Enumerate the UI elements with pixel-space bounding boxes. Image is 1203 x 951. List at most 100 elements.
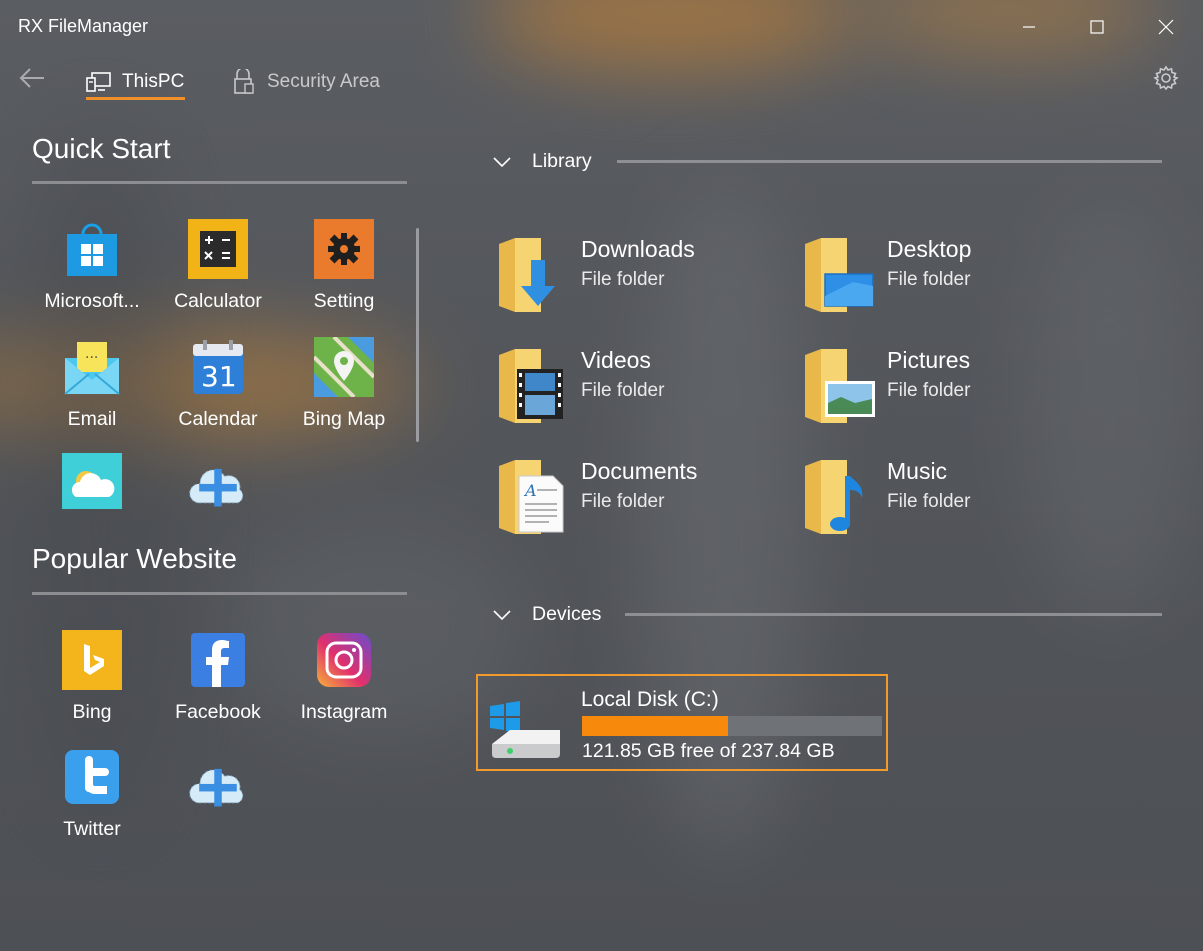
bing-icon bbox=[61, 629, 123, 691]
tab-thispc[interactable]: ThisPC bbox=[86, 62, 184, 102]
computer-icon bbox=[86, 72, 111, 92]
minimize-icon bbox=[1023, 26, 1035, 28]
folder-documents[interactable]: A Documents File folder bbox=[497, 458, 797, 548]
folder-type: File folder bbox=[887, 380, 971, 401]
folder-videos[interactable]: Videos File folder bbox=[497, 347, 797, 437]
music-folder-icon bbox=[805, 460, 863, 534]
website-item-bing[interactable]: Bing bbox=[32, 629, 152, 739]
svg-text:...: ... bbox=[85, 346, 98, 362]
videos-folder-icon bbox=[499, 349, 563, 423]
tab-label: ThisPC bbox=[122, 71, 185, 92]
tile-label: Email bbox=[67, 408, 117, 430]
add-cloud-icon bbox=[187, 752, 249, 814]
title-bar: RX FileManager bbox=[0, 0, 1203, 54]
instagram-icon bbox=[313, 629, 375, 691]
tile-label: Calculator bbox=[174, 290, 262, 312]
active-tab-indicator bbox=[86, 97, 185, 100]
desktop-folder-icon bbox=[805, 238, 874, 312]
calendar-icon: 31 bbox=[187, 336, 249, 398]
folder-type: File folder bbox=[887, 491, 971, 512]
quick-start-title: Quick Start bbox=[32, 133, 171, 164]
back-arrow-icon bbox=[19, 68, 44, 88]
maximize-icon bbox=[1090, 20, 1104, 34]
calendar-day: 31 bbox=[201, 360, 237, 393]
folder-name: Pictures bbox=[887, 347, 971, 373]
map-pin-icon bbox=[313, 336, 375, 398]
maximize-button[interactable] bbox=[1074, 0, 1120, 54]
close-button[interactable] bbox=[1143, 0, 1189, 54]
svg-text:A: A bbox=[523, 481, 537, 500]
settings-gear-icon bbox=[313, 218, 375, 280]
tile-label: Twitter bbox=[63, 818, 121, 840]
quick-start-item-email[interactable]: ... Email bbox=[32, 336, 152, 446]
tile-label: Facebook bbox=[175, 701, 261, 723]
facebook-icon bbox=[187, 629, 249, 691]
divider bbox=[32, 592, 407, 595]
lock-icon bbox=[234, 69, 254, 94]
tile-label: Bing Map bbox=[302, 408, 386, 430]
quick-start-item-calculator[interactable]: Calculator bbox=[158, 218, 278, 328]
folder-downloads[interactable]: Downloads File folder bbox=[497, 236, 797, 326]
library-group-header[interactable]: Library bbox=[492, 150, 592, 173]
folder-type: File folder bbox=[887, 269, 971, 290]
tile-label: Microsoft... bbox=[44, 290, 140, 312]
weather-icon bbox=[61, 452, 123, 514]
gear-icon bbox=[1153, 65, 1179, 91]
folder-type: File folder bbox=[581, 491, 665, 512]
website-item-twitter[interactable]: Twitter bbox=[32, 746, 152, 856]
folder-name: Downloads bbox=[581, 236, 695, 262]
quick-start-item-setting[interactable]: Setting bbox=[284, 218, 404, 328]
chevron-down-icon bbox=[493, 609, 511, 620]
quick-start-scrollbar[interactable] bbox=[416, 228, 419, 442]
library-title: Library bbox=[532, 150, 592, 172]
folder-type: File folder bbox=[581, 380, 665, 401]
drive-name: Local Disk (C:) bbox=[581, 688, 719, 711]
quick-start-item-calendar[interactable]: 31 Calendar bbox=[158, 336, 278, 446]
microsoft-store-icon bbox=[61, 218, 123, 280]
website-item-facebook[interactable]: Facebook bbox=[158, 629, 278, 739]
minimize-button[interactable] bbox=[1006, 0, 1052, 54]
downloads-folder-icon bbox=[499, 238, 555, 312]
website-item-instagram[interactable]: Instagram bbox=[284, 629, 404, 739]
folder-name: Desktop bbox=[887, 236, 972, 262]
folder-name: Music bbox=[887, 458, 948, 484]
drive-local-disk-c[interactable]: Local Disk (C:) 121.85 GB free of 237.84… bbox=[476, 674, 888, 771]
divider bbox=[617, 160, 1162, 163]
calculator-icon bbox=[187, 218, 249, 280]
hard-drive-icon bbox=[490, 701, 560, 758]
tile-label: Setting bbox=[313, 290, 375, 312]
tile-label: Instagram bbox=[300, 701, 388, 723]
settings-button[interactable] bbox=[1151, 63, 1181, 93]
tile-label: Bing bbox=[72, 701, 112, 723]
email-icon: ... bbox=[61, 336, 123, 398]
divider bbox=[625, 613, 1162, 616]
tab-label: Security Area bbox=[267, 71, 380, 92]
devices-group-header[interactable]: Devices bbox=[492, 603, 601, 626]
website-add-button[interactable] bbox=[158, 752, 278, 862]
add-cloud-icon bbox=[187, 452, 249, 514]
pictures-folder-icon bbox=[805, 349, 875, 423]
app-title: RX FileManager bbox=[18, 16, 149, 36]
back-button[interactable] bbox=[16, 63, 48, 93]
app-window: RX FileManager ThisPC Security Area Quic… bbox=[0, 0, 1203, 951]
quick-start-item-microsoft-store[interactable]: Microsoft... bbox=[32, 218, 152, 328]
tab-security-area[interactable]: Security Area bbox=[233, 62, 380, 102]
popular-website-title: Popular Website bbox=[32, 543, 237, 574]
drive-usage-bar bbox=[582, 716, 882, 736]
folder-type: File folder bbox=[581, 269, 665, 290]
folder-name: Documents bbox=[581, 458, 698, 484]
drive-free-space: 121.85 GB free of 237.84 GB bbox=[582, 740, 835, 762]
tile-label: Calendar bbox=[178, 408, 258, 430]
folder-desktop[interactable]: Desktop File folder bbox=[803, 236, 1103, 326]
divider bbox=[32, 181, 407, 184]
devices-title: Devices bbox=[532, 603, 602, 625]
folder-pictures[interactable]: Pictures File folder bbox=[803, 347, 1103, 437]
drive-usage-fill bbox=[582, 716, 729, 736]
folder-name: Videos bbox=[581, 347, 651, 373]
close-icon bbox=[1158, 19, 1174, 35]
folder-music[interactable]: Music File folder bbox=[803, 458, 1103, 548]
twitter-icon bbox=[61, 746, 123, 808]
documents-folder-icon: A bbox=[499, 460, 564, 534]
quick-start-item-bing-map[interactable]: Bing Map bbox=[284, 336, 404, 446]
chevron-down-icon bbox=[493, 156, 511, 167]
